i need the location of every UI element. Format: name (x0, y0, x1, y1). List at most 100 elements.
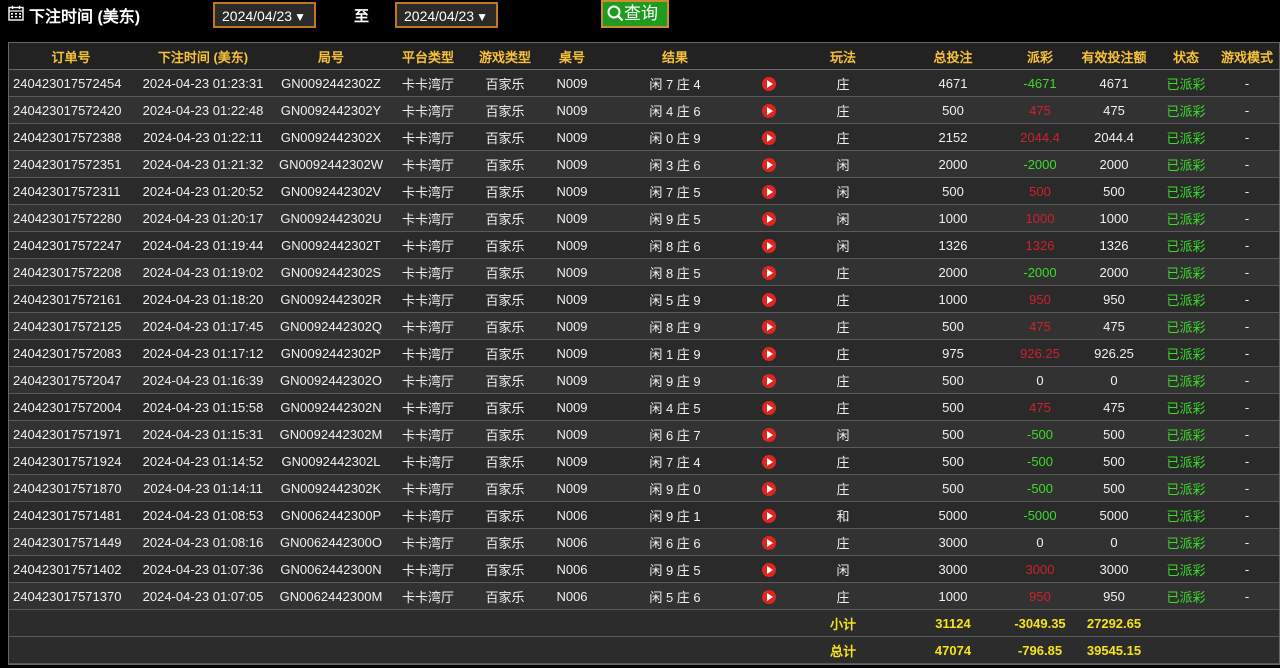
table-id: N006 (543, 528, 601, 556)
column-header: 订单号 (9, 43, 133, 70)
total-bet: 1000 (897, 204, 1009, 232)
round-id: GN0092442302X (273, 123, 389, 151)
table-row: 240423017572454 2024-04-23 01:23:31 GN0092… (9, 69, 1279, 97)
platform-type: 卡卡湾厅 (389, 474, 467, 502)
table-id: N009 (543, 285, 601, 313)
round-id: GN0092442302Y (273, 96, 389, 124)
play-video-icon[interactable] (762, 184, 776, 199)
play-video-icon[interactable] (762, 265, 776, 280)
bet-type: 闲 (789, 150, 897, 178)
status-badge: 已派彩 (1157, 339, 1215, 367)
game-type: 百家乐 (467, 501, 543, 529)
status-badge: 已派彩 (1157, 204, 1215, 232)
play-video-icon[interactable] (762, 373, 776, 388)
play-video-icon[interactable] (762, 454, 776, 469)
status-badge: 已派彩 (1157, 501, 1215, 529)
column-header: 派彩 (1009, 43, 1071, 70)
table-row: 240423017571370 2024-04-23 01:07:05 GN0062… (9, 582, 1279, 610)
bet-type: 庄 (789, 69, 897, 97)
play-video-icon[interactable] (762, 481, 776, 496)
play-video-icon[interactable] (762, 589, 776, 604)
play-video-icon[interactable] (762, 562, 776, 577)
round-id: GN0092442302Z (273, 69, 389, 97)
status-badge: 已派彩 (1157, 393, 1215, 421)
query-button[interactable]: 查询 (601, 0, 669, 28)
total-row-valid: 39545.15 (1071, 636, 1157, 664)
play-video-icon[interactable] (762, 319, 776, 334)
game-mode: - (1215, 150, 1279, 178)
bet-time: 2024-04-23 01:23:31 (133, 69, 273, 97)
valid-bet: 2044.4 (1071, 123, 1157, 151)
status-badge: 已派彩 (1157, 96, 1215, 124)
play-video-icon[interactable] (762, 535, 776, 550)
result: 闲 6 庄 6 (601, 528, 749, 556)
bet-time: 2024-04-23 01:14:52 (133, 447, 273, 475)
result: 闲 1 庄 9 (601, 339, 749, 367)
play-video-icon[interactable] (762, 211, 776, 226)
table-id: N009 (543, 447, 601, 475)
payout: 0 (1009, 528, 1071, 556)
game-mode: - (1215, 204, 1279, 232)
empty-cell (389, 636, 467, 664)
play-video-icon[interactable] (762, 238, 776, 253)
round-id: GN0092442302W (273, 150, 389, 178)
column-header (749, 43, 789, 70)
total-bet: 1000 (897, 285, 1009, 313)
play-video-icon[interactable] (762, 76, 776, 91)
bet-type: 庄 (789, 447, 897, 475)
total-row-bet: 47074 (897, 636, 1009, 664)
search-icon (607, 5, 624, 22)
total-bet: 500 (897, 420, 1009, 448)
table-id: N009 (543, 231, 601, 259)
play-video-icon[interactable] (762, 292, 776, 307)
date-from-select[interactable]: 2024/04/23 ▼ (213, 2, 316, 28)
replay-cell (749, 204, 789, 232)
platform-type: 卡卡湾厅 (389, 393, 467, 421)
bet-time: 2024-04-23 01:22:11 (133, 123, 273, 151)
table-id: N009 (543, 96, 601, 124)
replay-cell (749, 501, 789, 529)
game-mode: - (1215, 96, 1279, 124)
table-row: 240423017571971 2024-04-23 01:15:31 GN0092… (9, 420, 1279, 448)
payout: -500 (1009, 474, 1071, 502)
date-to-value: 2024/04/23 (404, 8, 475, 24)
game-type: 百家乐 (467, 393, 543, 421)
round-id: GN0092442302L (273, 447, 389, 475)
bet-time: 2024-04-23 01:20:17 (133, 204, 273, 232)
replay-cell (749, 528, 789, 556)
play-video-icon[interactable] (762, 508, 776, 523)
result: 闲 9 庄 5 (601, 204, 749, 232)
payout: 950 (1009, 582, 1071, 610)
payout: -2000 (1009, 258, 1071, 286)
game-type: 百家乐 (467, 204, 543, 232)
bet-time: 2024-04-23 01:17:12 (133, 339, 273, 367)
play-video-icon[interactable] (762, 346, 776, 361)
order-id: 240423017571481 (9, 501, 133, 529)
play-video-icon[interactable] (762, 103, 776, 118)
empty-cell (467, 636, 543, 664)
order-id: 240423017572047 (9, 366, 133, 394)
total-bet: 500 (897, 96, 1009, 124)
subtotal-row-bet: 31124 (897, 609, 1009, 637)
round-id: GN0092442302N (273, 393, 389, 421)
play-video-icon[interactable] (762, 130, 776, 145)
column-header: 桌号 (543, 43, 601, 70)
empty-cell (133, 636, 273, 664)
round-id: GN0092442302T (273, 231, 389, 259)
platform-type: 卡卡湾厅 (389, 501, 467, 529)
play-video-icon[interactable] (762, 400, 776, 415)
empty-cell (133, 609, 273, 637)
status-badge: 已派彩 (1157, 123, 1215, 151)
date-to-select[interactable]: 2024/04/23 ▼ (395, 2, 498, 28)
game-type: 百家乐 (467, 555, 543, 583)
bet-type: 庄 (789, 474, 897, 502)
total-bet: 500 (897, 366, 1009, 394)
round-id: GN0092442302V (273, 177, 389, 205)
bet-type: 庄 (789, 123, 897, 151)
empty-cell (1215, 609, 1279, 637)
total-bet: 3000 (897, 528, 1009, 556)
game-mode: - (1215, 474, 1279, 502)
round-id: GN0092442302R (273, 285, 389, 313)
play-video-icon[interactable] (762, 427, 776, 442)
play-video-icon[interactable] (762, 157, 776, 172)
